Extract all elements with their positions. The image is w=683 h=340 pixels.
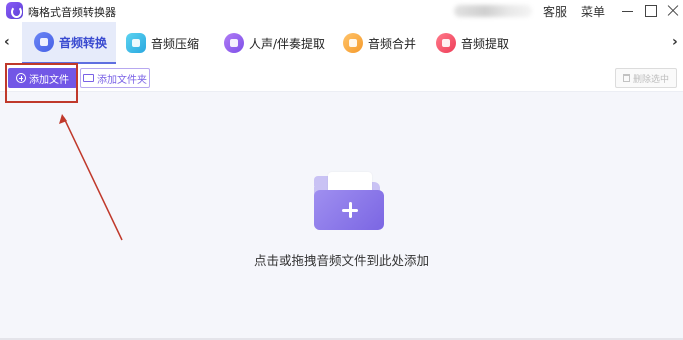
merge-icon <box>343 33 363 53</box>
headphones-icon <box>34 32 54 52</box>
tab-audio-convert[interactable]: 音频转换 <box>22 22 116 64</box>
delete-selected-label: 删除选中 <box>632 74 669 85</box>
tab-audio-merge[interactable]: 音频合并 <box>343 22 433 64</box>
trash-icon <box>622 74 630 82</box>
app-logo-icon <box>6 2 23 19</box>
title-bar: 嗨格式音频转换器 客服 菜单 <box>0 0 683 22</box>
app-title: 嗨格式音频转换器 <box>28 6 116 19</box>
tab-label: 音频提取 <box>461 36 510 51</box>
scroll-left-icon[interactable]: ‹ <box>4 34 10 50</box>
tab-label: 音频转换 <box>59 35 108 50</box>
add-folder-label: 添加文件夹 <box>97 74 147 86</box>
compress-icon <box>126 33 146 53</box>
user-account-blurred[interactable] <box>454 5 532 17</box>
function-tab-bar: ‹ 音频转换 音频压缩 人声/伴奏提取 音频合并 音频提取 › <box>0 22 683 64</box>
add-folder-button[interactable]: 添加文件夹 <box>80 68 150 88</box>
tab-audio-compress[interactable]: 音频压缩 <box>126 22 226 64</box>
microphone-icon <box>436 33 456 53</box>
music-note-icon <box>224 33 244 53</box>
tab-audio-extract[interactable]: 音频提取 <box>436 22 526 64</box>
menu-link[interactable]: 菜单 <box>581 3 605 20</box>
tab-label: 音频合并 <box>368 36 417 51</box>
add-folder-illustration-icon <box>290 154 408 234</box>
delete-selected-button[interactable]: 删除选中 <box>615 68 677 88</box>
drop-hint-text: 点击或拖拽音频文件到此处添加 <box>254 253 430 268</box>
tab-vocal-extract[interactable]: 人声/伴奏提取 <box>224 22 334 64</box>
tab-label: 音频压缩 <box>151 36 200 51</box>
minimize-icon[interactable] <box>618 2 636 20</box>
scroll-right-icon[interactable]: › <box>672 34 678 50</box>
tab-label: 人声/伴奏提取 <box>249 36 326 51</box>
file-toolbar: 添加文件 添加文件夹 删除选中 <box>0 64 683 92</box>
folder-icon <box>83 74 94 82</box>
file-drop-zone[interactable]: 点击或拖拽音频文件到此处添加 <box>0 92 683 340</box>
close-icon[interactable] <box>664 2 682 20</box>
maximize-icon[interactable] <box>641 2 659 20</box>
customer-service-link[interactable]: 客服 <box>543 3 567 20</box>
annotation-highlight-box <box>5 63 78 103</box>
